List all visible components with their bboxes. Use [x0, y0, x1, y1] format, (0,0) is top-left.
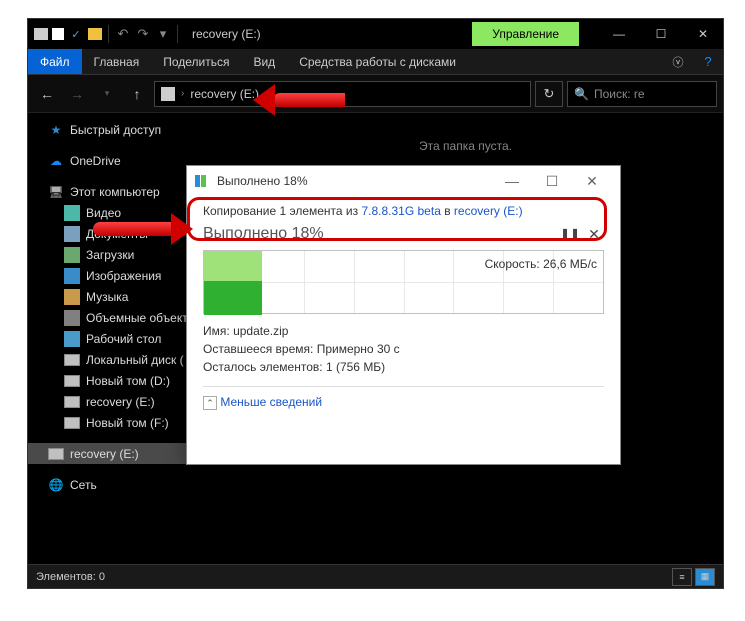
forward-button[interactable]: →: [64, 81, 90, 107]
back-button[interactable]: ←: [34, 81, 60, 107]
destination-link[interactable]: recovery (E:): [454, 204, 523, 218]
window-title: recovery (E:): [186, 27, 267, 41]
source-link[interactable]: 7.8.8.31G beta: [361, 204, 440, 218]
drive-icon: [48, 448, 64, 460]
sidebar-recovery-e-selected[interactable]: recovery (E:): [28, 443, 208, 464]
navbar: ← → ▾ ↑ › recovery (E:) ↻ 🔍 Поиск: re: [28, 75, 723, 113]
sidebar-desktop[interactable]: Рабочий стол: [28, 328, 208, 349]
ribbon-expand-icon[interactable]: ⓥ: [663, 49, 693, 74]
statusbar: Элементов: 0 ≡ ▦: [28, 564, 723, 588]
dialog-status: Выполнено 18% ❚❚ ✕: [203, 224, 604, 244]
dialog-minimize-button[interactable]: ―: [492, 167, 532, 195]
search-icon: 🔍: [574, 87, 589, 101]
sidebar-3d-objects[interactable]: Объемные объект: [28, 307, 208, 328]
folder-icon: [52, 28, 64, 40]
details-view-button[interactable]: ≡: [672, 568, 692, 586]
status-element-count: Элементов: 0: [36, 571, 105, 583]
folder-yellow-icon: [88, 28, 102, 40]
drive-icon: [64, 354, 80, 366]
download-icon: [64, 247, 80, 263]
tab-main[interactable]: Главная: [82, 49, 152, 74]
sidebar-local-disk-c[interactable]: Локальный диск (: [28, 349, 208, 370]
sidebar-onedrive[interactable]: ☁OneDrive: [28, 150, 208, 171]
dialog-titlebar[interactable]: Выполнено 18% ― ☐ ✕: [187, 166, 620, 196]
sidebar: ★Быстрый доступ ☁OneDrive 🖥Этот компьюте…: [28, 113, 208, 564]
graph-fill-dark: [204, 281, 262, 315]
maximize-button[interactable]: ☐: [641, 19, 681, 49]
copy-dialog: Выполнено 18% ― ☐ ✕ Копирование 1 элемен…: [186, 165, 621, 465]
close-button[interactable]: ✕: [683, 19, 723, 49]
sidebar-quick-access[interactable]: ★Быстрый доступ: [28, 119, 208, 140]
dialog-maximize-button[interactable]: ☐: [532, 167, 572, 195]
dialog-title: Выполнено 18%: [217, 174, 308, 188]
video-icon: [64, 205, 80, 221]
pause-button[interactable]: ❚❚: [560, 224, 580, 244]
search-input[interactable]: 🔍 Поиск: re: [567, 81, 717, 107]
music-icon: [64, 289, 80, 305]
drive-icon: [64, 375, 80, 387]
sidebar-recovery-e[interactable]: recovery (E:): [28, 391, 208, 412]
annotation-arrow: [93, 222, 173, 236]
network-icon: 🌐: [48, 477, 64, 493]
tab-disk-tools[interactable]: Средства работы с дисками: [287, 49, 468, 74]
search-placeholder: Поиск: re: [594, 87, 645, 101]
fewer-details-link[interactable]: ⌃ Меньше сведений: [203, 395, 604, 410]
redo-icon[interactable]: ↷: [135, 26, 151, 42]
check-icon[interactable]: ✓: [68, 26, 84, 42]
tab-share[interactable]: Поделиться: [151, 49, 241, 74]
sidebar-images[interactable]: Изображения: [28, 265, 208, 286]
help-icon[interactable]: ?: [693, 49, 723, 74]
recent-dropdown-icon[interactable]: ▾: [94, 81, 120, 107]
chevron-up-icon: ⌃: [203, 396, 217, 410]
sidebar-new-volume-f[interactable]: Новый том (F:): [28, 412, 208, 433]
sidebar-music[interactable]: Музыка: [28, 286, 208, 307]
sidebar-network[interactable]: 🌐Сеть: [28, 474, 208, 495]
sidebar-new-volume-d[interactable]: Новый том (D:): [28, 370, 208, 391]
cloud-icon: ☁: [48, 153, 64, 169]
image-icon: [64, 268, 80, 284]
speed-label: Скорость: 26,6 МБ/с: [485, 257, 597, 271]
pc-icon: 🖥: [48, 184, 64, 200]
minimize-button[interactable]: ―: [599, 19, 639, 49]
tab-view[interactable]: Вид: [241, 49, 287, 74]
annotation-arrow: [273, 93, 345, 107]
drive-icon: [161, 87, 175, 101]
sidebar-downloads[interactable]: Загрузки: [28, 244, 208, 265]
graph-fill-light: [204, 251, 262, 283]
speed-graph: Скорость: 26,6 МБ/с: [203, 250, 604, 314]
document-icon: [64, 226, 80, 242]
drive-icon: [64, 417, 80, 429]
star-icon: ★: [48, 122, 64, 138]
copy-description: Копирование 1 элемента из 7.8.8.31G beta…: [203, 204, 604, 218]
ribbon-tabs: Файл Главная Поделиться Вид Средства раб…: [28, 49, 723, 75]
drive-icon: [34, 28, 48, 40]
chevron-icon[interactable]: ›: [181, 88, 184, 99]
empty-folder-text: Эта папка пуста.: [419, 139, 512, 153]
large-icons-view-button[interactable]: ▦: [695, 568, 715, 586]
manage-tab[interactable]: Управление: [472, 22, 579, 46]
dialog-details: Имя: update.zip Оставшееся время: Пример…: [203, 322, 604, 376]
tab-file[interactable]: Файл: [28, 49, 82, 74]
sidebar-this-pc[interactable]: 🖥Этот компьютер: [28, 181, 208, 202]
object-icon: [64, 310, 80, 326]
drive-icon: [64, 396, 80, 408]
path-segment[interactable]: recovery (E:): [190, 87, 259, 101]
desktop-icon: [64, 331, 80, 347]
copy-progress-icon: [195, 173, 211, 189]
undo-icon[interactable]: ↶: [115, 26, 131, 42]
dialog-close-button[interactable]: ✕: [572, 167, 612, 195]
dropdown-icon[interactable]: ▾: [155, 26, 171, 42]
up-button[interactable]: ↑: [124, 81, 150, 107]
titlebar: ✓ ↶ ↷ ▾ recovery (E:) Управление ― ☐ ✕: [28, 19, 723, 49]
refresh-button[interactable]: ↻: [535, 81, 563, 107]
cancel-button[interactable]: ✕: [584, 224, 604, 244]
